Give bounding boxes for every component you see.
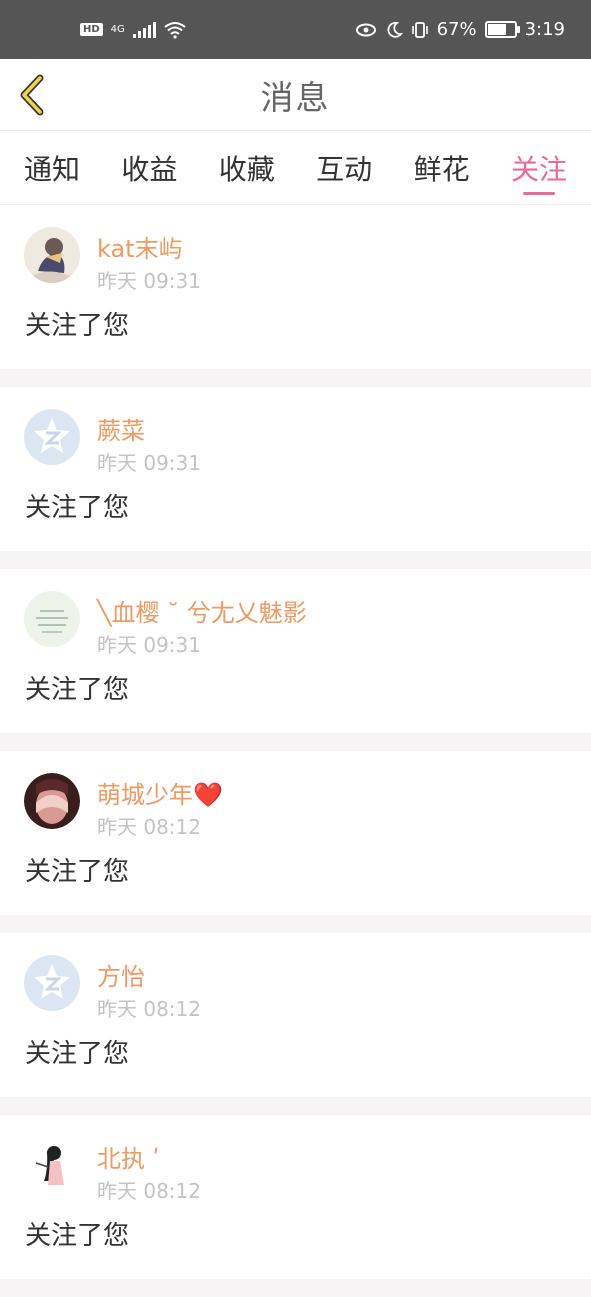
- status-bar: HD 4G 67% 3:19: [0, 0, 591, 59]
- user-name-text: 萌城少年: [97, 781, 193, 809]
- avatar[interactable]: [24, 591, 80, 647]
- clock: 3:19: [524, 19, 565, 40]
- avatar[interactable]: [24, 773, 80, 829]
- heart-icon: ❤️: [193, 781, 223, 809]
- nav-header: 消息: [0, 59, 591, 131]
- message-text: 关注了您: [25, 857, 130, 887]
- wifi-icon: [164, 21, 186, 39]
- moon-icon: [387, 21, 403, 38]
- status-right: 67% 3:19: [355, 19, 565, 40]
- timestamp: 昨天 08:12: [97, 1179, 201, 1203]
- list-item[interactable]: 萌城少年❤️ 昨天 08:12 关注了您: [0, 751, 591, 933]
- tab-interactions[interactable]: 互动: [316, 131, 372, 205]
- user-name[interactable]: kat末屿: [97, 229, 183, 264]
- user-name[interactable]: 萌城少年❤️: [97, 775, 223, 810]
- list-item[interactable]: 蕨菜 昨天 09:31 关注了您: [0, 387, 591, 569]
- message-text: 关注了您: [25, 311, 130, 341]
- user-name[interactable]: 方怡: [97, 957, 145, 992]
- battery-fill: [487, 24, 507, 35]
- tab-notifications[interactable]: 通知: [24, 131, 80, 205]
- signal-icon: [132, 21, 156, 38]
- battery-icon: [484, 21, 520, 38]
- avatar[interactable]: [24, 1137, 80, 1193]
- tab-earnings[interactable]: 收益: [121, 131, 177, 205]
- message-text: 关注了您: [25, 1039, 130, 1069]
- follow-list: kat末屿 昨天 09:31 关注了您 蕨菜 昨天 09:31 关注了您 ╲血樱…: [0, 205, 591, 1297]
- list-item[interactable]: ╲血樱 ˘ 兮尢乂魅影 昨天 09:31 关注了您: [0, 569, 591, 751]
- network-type: 4G: [110, 24, 125, 35]
- timestamp: 昨天 08:12: [97, 815, 201, 839]
- battery-percent: 67%: [436, 19, 477, 40]
- tab-favorites[interactable]: 收藏: [219, 131, 275, 205]
- page-title: 消息: [260, 77, 331, 117]
- timestamp: 昨天 08:12: [97, 997, 201, 1021]
- eye-icon: [355, 23, 376, 36]
- list-item[interactable]: 方怡 昨天 08:12 关注了您: [0, 933, 591, 1115]
- message-text: 关注了您: [25, 675, 130, 705]
- user-name[interactable]: 蕨菜: [97, 411, 145, 446]
- message-text: 关注了您: [25, 493, 130, 523]
- message-text: 关注了您: [25, 1221, 130, 1251]
- avatar[interactable]: [24, 409, 80, 465]
- avatar[interactable]: [24, 955, 80, 1011]
- user-name[interactable]: ╲血樱 ˘ 兮尢乂魅影: [97, 593, 307, 628]
- vibrate-icon: [411, 21, 428, 38]
- timestamp: 昨天 09:31: [97, 451, 201, 475]
- tab-bar: 通知 收益 收藏 互动 鲜花 关注: [0, 131, 591, 205]
- user-name[interactable]: 北执 ʹ: [97, 1139, 159, 1174]
- tab-follows[interactable]: 关注: [511, 131, 567, 205]
- timestamp: 昨天 09:31: [97, 269, 201, 293]
- chevron-left-icon: [20, 74, 44, 116]
- list-item[interactable]: kat末屿 昨天 09:31 关注了您: [0, 205, 591, 387]
- list-item[interactable]: 北执 ʹ 昨天 08:12 关注了您: [0, 1115, 591, 1297]
- avatar[interactable]: [24, 227, 80, 283]
- tab-flowers[interactable]: 鲜花: [414, 131, 470, 205]
- hd-badge: HD: [80, 23, 103, 36]
- status-left: HD 4G: [80, 21, 186, 39]
- timestamp: 昨天 09:31: [97, 633, 201, 657]
- back-button[interactable]: [12, 73, 52, 117]
